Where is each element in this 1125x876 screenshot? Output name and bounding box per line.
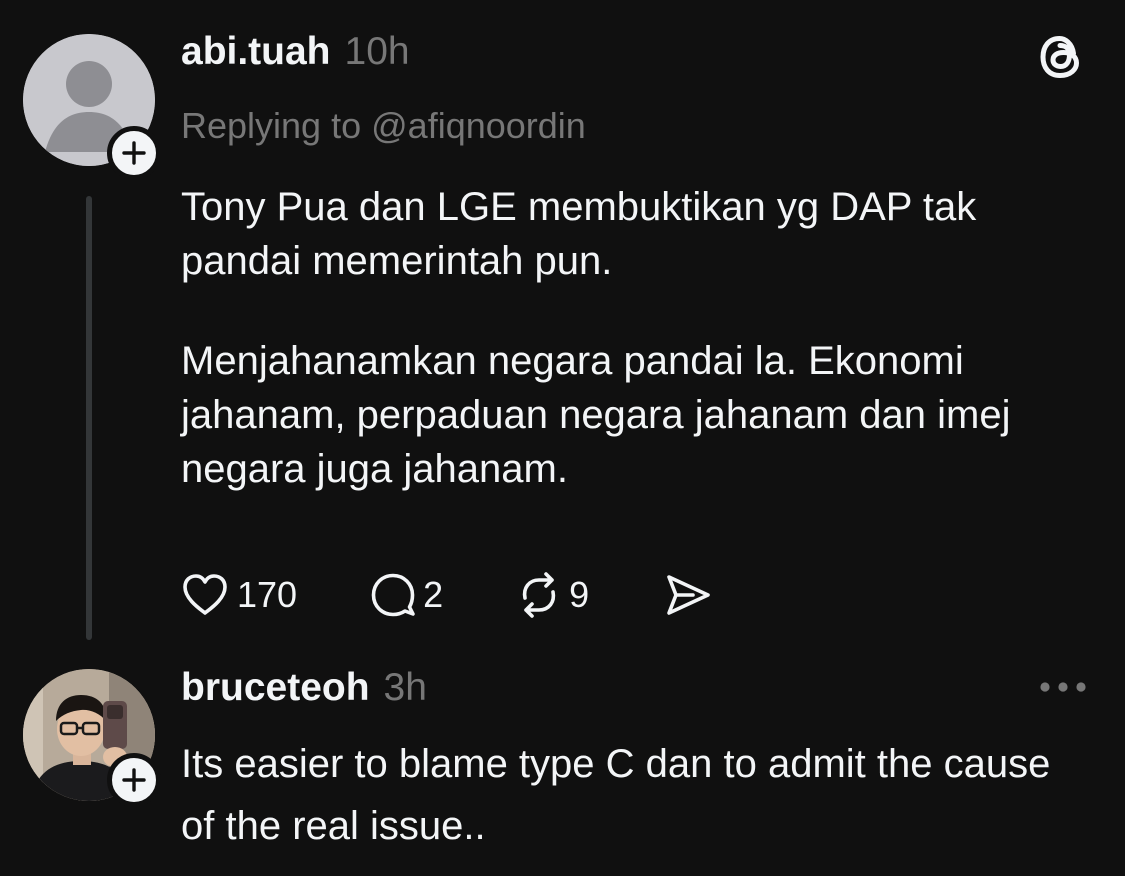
reply-text: Its easier to blame type C dan to admit … — [181, 742, 1051, 848]
plus-icon — [122, 141, 146, 165]
share-button[interactable] — [663, 571, 713, 619]
heart-icon — [183, 574, 227, 615]
post-time: 10h — [344, 30, 410, 73]
repost-button[interactable]: 9 — [515, 571, 589, 619]
post-paragraph-2: Menjahanamkan negara pandai la. Ekonomi … — [181, 339, 1011, 491]
username[interactable]: abi.tuah — [181, 30, 331, 74]
send-icon — [667, 575, 710, 615]
replying-to-line: Replying to @afiqnoordin — [181, 105, 586, 147]
like-button[interactable]: 170 — [181, 572, 297, 618]
reply-header: bruceteoh 3h — [181, 666, 427, 710]
follow-button-abi-tuah[interactable] — [107, 126, 161, 180]
plus-icon — [122, 768, 146, 792]
reply-button[interactable]: 2 — [369, 571, 443, 619]
post-header: abi.tuah 10h — [181, 30, 410, 74]
reply-count: 2 — [423, 574, 444, 615]
post-actions: 170 2 9 — [181, 571, 713, 619]
reply-time: 3h — [383, 666, 427, 709]
repost-count: 9 — [569, 574, 590, 615]
comment-icon — [371, 573, 415, 617]
follow-button-bruceteoh[interactable] — [107, 753, 161, 807]
like-count: 170 — [237, 574, 298, 615]
replying-to-label: Replying to — [181, 105, 362, 146]
thread-line — [86, 196, 92, 640]
repost-icon — [522, 572, 556, 618]
more-icon — [1040, 682, 1086, 692]
post-paragraph-1: Tony Pua dan LGE membuktikan yg DAP tak … — [181, 185, 977, 283]
reply-username[interactable]: bruceteoh — [181, 666, 370, 710]
more-options-button[interactable] — [1037, 679, 1089, 700]
threads-logo-icon — [1034, 30, 1088, 89]
reply-handle-link[interactable]: @afiqnoordin — [371, 105, 586, 146]
